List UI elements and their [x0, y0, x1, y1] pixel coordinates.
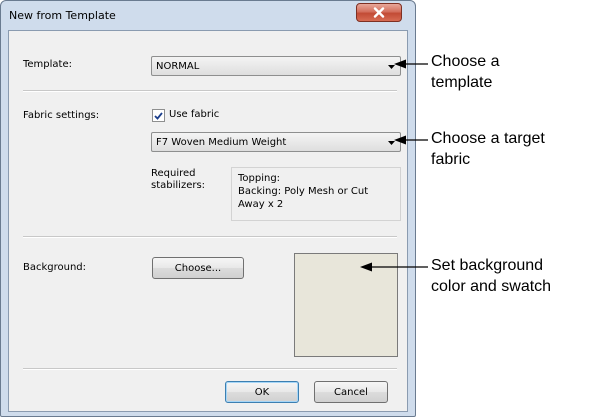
callout-background-line1: Set background [431, 257, 544, 274]
callout-background-line2: color and swatch [431, 278, 552, 295]
arrow-template-head [394, 59, 406, 69]
callout-background: Set background color and swatch [431, 255, 551, 297]
callout-template-line1: Choose a [431, 53, 500, 70]
arrow-fabric-head [394, 135, 406, 145]
callout-template: Choose a template [431, 51, 500, 93]
callout-fabric-line1: Choose a target [431, 130, 545, 147]
callout-fabric: Choose a target fabric [431, 128, 545, 170]
callout-fabric-line2: fabric [431, 151, 471, 168]
callout-template-line2: template [431, 74, 493, 91]
arrow-background-head [360, 262, 372, 272]
callout-arrows [360, 59, 428, 272]
